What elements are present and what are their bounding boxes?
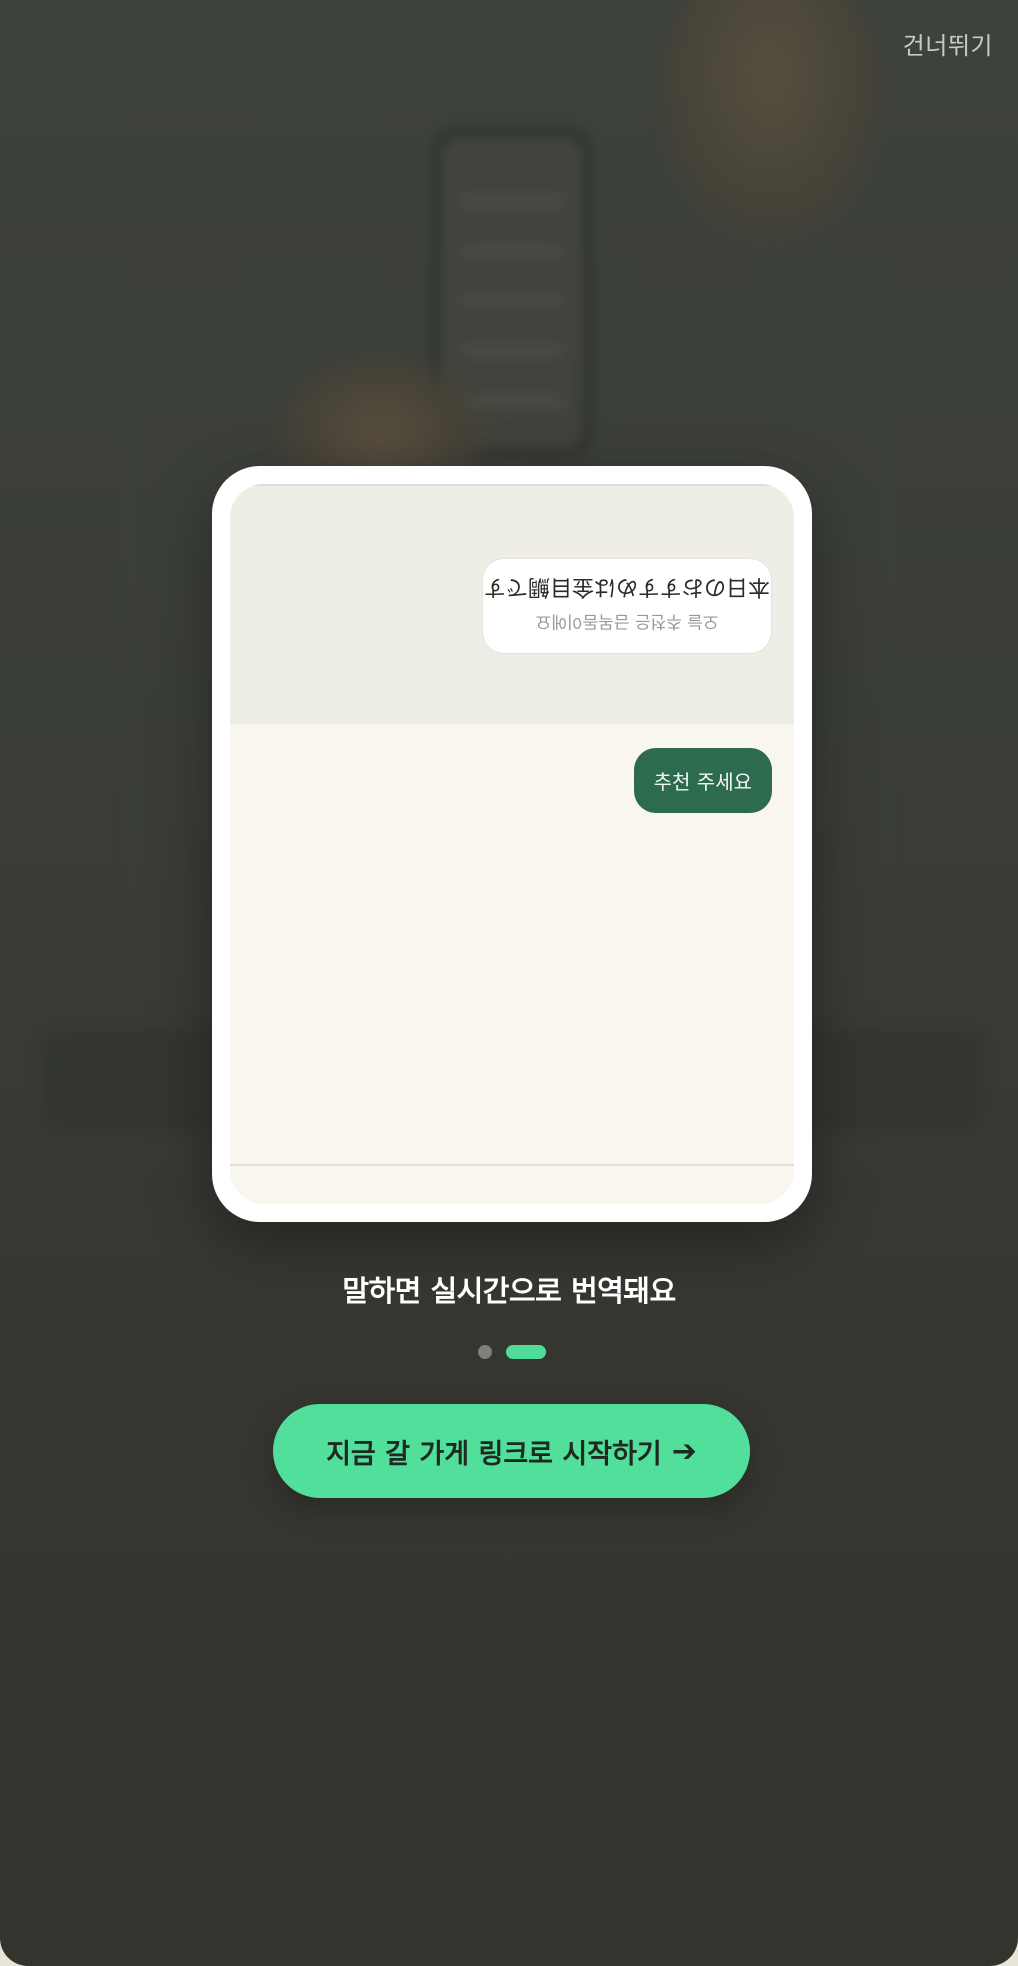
pagination-dot[interactable] bbox=[478, 1345, 492, 1359]
sent-message-bubble: 추천 주세요 bbox=[633, 748, 772, 813]
pagination-dot-active[interactable] bbox=[506, 1345, 546, 1359]
received-message-bubble: 本日のおすすめは金目鯛です 오늘 추천은 금목돔이에요 bbox=[482, 558, 772, 654]
received-message-text: 本日のおすすめは金目鯛です bbox=[484, 574, 771, 599]
background-hand bbox=[650, 0, 890, 250]
demo-chat-screen: 本日のおすすめは金目鯛です 오늘 추천은 금목돔이에요 추천 주세요 bbox=[230, 484, 794, 1204]
skip-button[interactable]: 건너뛰기 bbox=[903, 26, 993, 61]
demo-phone-card: 本日のおすすめは金目鯛です 오늘 추천은 금목돔이에요 추천 주세요 bbox=[212, 466, 812, 1222]
input-divider bbox=[230, 1164, 794, 1166]
partner-view: 本日のおすすめは金目鯛です 오늘 추천은 금목돔이에요 bbox=[230, 484, 794, 724]
start-with-store-link-button[interactable]: 지금 갈 가게 링크로 시작하기 ➔ bbox=[273, 1404, 750, 1498]
onboarding-screen: 건너뛰기 本日のおすすめは金目鯛です 오늘 추천은 금목돔이에요 추천 주세요 … bbox=[0, 0, 1018, 1966]
received-message-translation: 오늘 추천은 금목돔이에요 bbox=[535, 611, 719, 631]
start-button-label: 지금 갈 가게 링크로 시작하기 bbox=[326, 1438, 662, 1470]
arrow-right-icon: ➔ bbox=[671, 1433, 697, 1469]
onboarding-caption: 말하면 실시간으로 번역돼요 bbox=[342, 1274, 676, 1308]
